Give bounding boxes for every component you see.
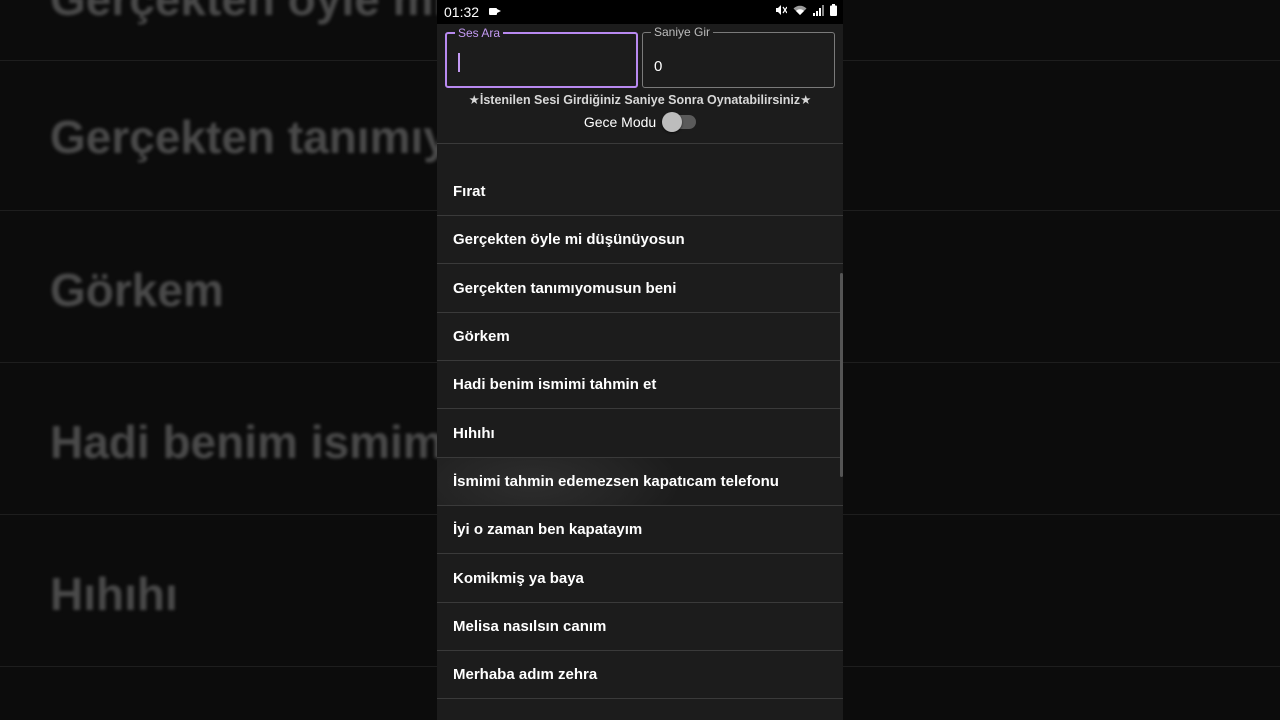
list-item[interactable]: İsmimi tahmin edemezsen kapatıcam telefo… (437, 458, 843, 506)
scrollbar-thumb[interactable] (840, 273, 843, 477)
signal-icon (813, 4, 824, 16)
night-mode-switch[interactable] (662, 112, 697, 132)
list-item[interactable]: Merhaba adım zehra (437, 651, 843, 699)
list-item[interactable]: Fırat (437, 168, 843, 216)
night-mode-label: Gece Modu (583, 114, 657, 130)
wifi-icon (793, 5, 807, 15)
search-header: Ses Ara Saniye Gir ★İstenilen Sesi Girdi… (437, 24, 843, 136)
video-record-icon (489, 8, 501, 15)
background-text: Hadi benim ismimi (50, 416, 457, 468)
search-field[interactable]: Ses Ara (445, 26, 638, 88)
status-bar: 01:32 (437, 0, 843, 24)
list-item[interactable]: İyi o zaman ben kapatayım (437, 506, 843, 554)
battery-icon (830, 4, 837, 16)
list-item[interactable]: Komikmiş ya baya (437, 555, 843, 603)
list-item[interactable]: Gerçekten öyle mi düşünüyosun (437, 216, 843, 264)
status-icons (775, 4, 837, 16)
phone-screen: 01:32 Ses Ara Saniye Gir 0 ★İstenilen Se… (437, 0, 843, 720)
text-cursor (458, 53, 460, 72)
seconds-field[interactable]: Saniye Gir (642, 25, 835, 88)
list-item[interactable]: Hadi benim ismimi tahmin et (437, 361, 843, 409)
background-text: Gerçekten öyle mi (50, 0, 446, 26)
status-time: 01:32 (444, 4, 480, 20)
list-item[interactable]: Hıhıhı (437, 410, 843, 458)
background-text: Görkem (50, 264, 224, 316)
night-mode-row: Gece Modu (437, 112, 843, 132)
sound-list[interactable]: En klas sürede gelicem yanında merak etm… (437, 120, 843, 720)
background-text: Hıhıhı (50, 568, 178, 620)
mute-icon (776, 5, 787, 15)
search-input[interactable] (447, 34, 636, 86)
seconds-input[interactable] (643, 33, 834, 87)
hint-text: ★İstenilen Sesi Girdiğiniz Saniye Sonra … (468, 93, 812, 107)
switch-knob (662, 112, 683, 132)
list-item[interactable]: Gerçekten tanımıyomusun beni (437, 265, 843, 313)
list-item[interactable]: Melisa nasılsın canım (437, 603, 843, 651)
list-item[interactable]: Görkem (437, 313, 843, 361)
